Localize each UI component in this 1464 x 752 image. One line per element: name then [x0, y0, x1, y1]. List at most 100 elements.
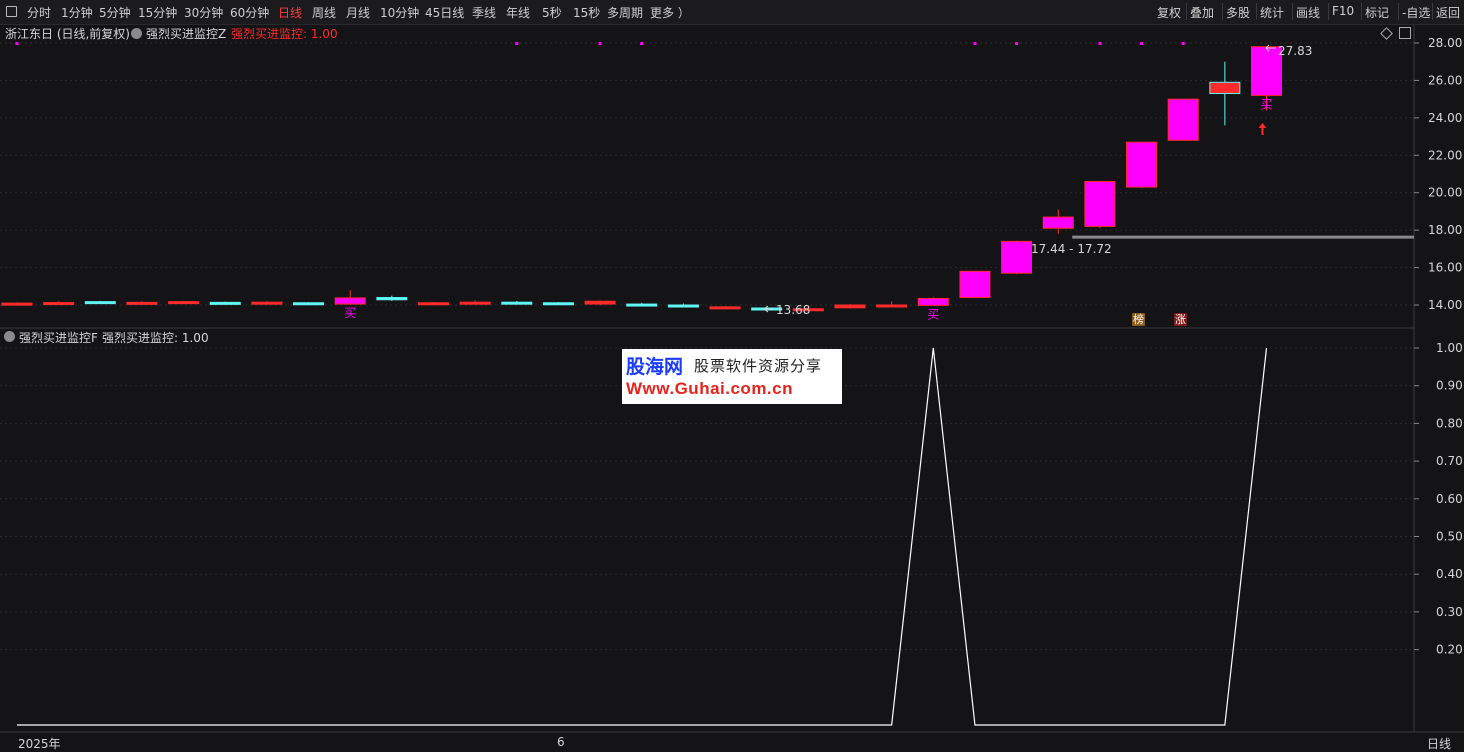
toolbar-separator	[1328, 3, 1329, 20]
candle-body[interactable]	[709, 306, 741, 310]
period-tab[interactable]: 10分钟	[380, 4, 419, 21]
period-tab[interactable]: 分时	[27, 4, 51, 21]
period-tab[interactable]: 季线	[472, 4, 496, 21]
watermark: 股海网 股票软件资源分享 Www.Guhai.com.cn	[622, 349, 842, 404]
low-price-label: 13.68	[776, 303, 811, 317]
candle-body[interactable]	[251, 301, 283, 305]
toolbar-action[interactable]: -自选	[1402, 4, 1430, 21]
period-tab[interactable]: 多周期	[607, 4, 643, 21]
candle-body[interactable]	[1084, 180, 1116, 227]
toolbar-action[interactable]: 统计	[1260, 4, 1284, 21]
period-tab[interactable]: 1分钟	[61, 4, 93, 21]
main-indicator-value: 强烈买进监控: 1.00	[231, 27, 338, 41]
period-tab[interactable]: 年线	[506, 4, 530, 21]
candle-body[interactable]	[1042, 216, 1074, 229]
indicator-toggle-icon[interactable]	[131, 28, 142, 39]
period-tab[interactable]: 更多 ）	[650, 4, 690, 21]
toolbar-separator	[1361, 3, 1362, 20]
sub-y-tick-label: 0.20	[1436, 643, 1463, 657]
toolbar-separator	[1292, 3, 1293, 20]
y-tick-label: 16.00	[1428, 261, 1462, 275]
main-indicator-name[interactable]: 强烈买进监控Z	[146, 25, 226, 42]
candle-body[interactable]	[418, 302, 449, 306]
candle-body[interactable]	[667, 304, 699, 308]
toolbar-separator	[1186, 3, 1187, 20]
x-label-year: 2025年	[18, 737, 61, 751]
toolbar-action[interactable]: 复权	[1157, 4, 1181, 21]
x-label-month: 6	[557, 735, 565, 749]
toolbar-action[interactable]: 标记	[1365, 4, 1389, 21]
sub-y-tick-label: 0.70	[1436, 454, 1463, 468]
signal-dot	[1015, 42, 1019, 45]
watermark-brand: 股海网	[626, 356, 684, 378]
period-indicator[interactable]: 日线	[1427, 735, 1451, 752]
candle-body[interactable]	[834, 304, 866, 309]
candle-body[interactable]	[293, 302, 325, 306]
candle-body[interactable]	[1167, 98, 1199, 141]
toolbar-action[interactable]: 画线	[1296, 4, 1320, 21]
period-tab[interactable]: 月线	[346, 4, 370, 21]
sub-y-tick-label: 0.30	[1436, 605, 1463, 619]
candle-body[interactable]	[84, 301, 116, 305]
signal-dot	[973, 42, 977, 45]
candle-body[interactable]	[126, 301, 158, 305]
sub-indicator-value: 强烈买进监控: 1.00	[102, 331, 209, 345]
period-toolbar: 分时 1分钟 5分钟 15分钟 30分钟 60分钟 日线 周线 月线 10分钟 45日线 季线 年线 5秒…	[0, 0, 1464, 25]
range-label: 17.44 - 17.72	[1031, 242, 1112, 256]
watermark-url: Www.Guhai.com.cn	[626, 379, 793, 398]
candle-body[interactable]	[168, 301, 200, 305]
candle-body[interactable]	[1, 302, 33, 306]
candle-body[interactable]	[917, 297, 949, 306]
candle-body[interactable]	[626, 303, 658, 307]
sub-indicator-name[interactable]: 强烈买进监控F	[19, 329, 98, 346]
candle-body[interactable]	[334, 297, 366, 305]
period-tab[interactable]: 15秒	[573, 4, 600, 21]
sub-y-tick-label: 0.80	[1436, 416, 1463, 430]
y-tick-label: 20.00	[1428, 186, 1462, 200]
candle-body[interactable]	[876, 304, 908, 308]
period-tab[interactable]: 45日线	[425, 4, 464, 21]
window-icon[interactable]	[1399, 27, 1411, 39]
toolbar-separator	[1398, 3, 1399, 20]
candle-body[interactable]	[376, 297, 408, 301]
period-tab[interactable]: 5秒	[542, 4, 562, 21]
candle-body[interactable]	[209, 301, 241, 305]
stock-title: 浙江东日 (日线,前复权)	[5, 27, 130, 41]
toolbar-action[interactable]: 返回	[1436, 4, 1460, 21]
ranking-badge[interactable]: 榜	[1132, 313, 1145, 326]
sub-indicator-toggle-icon[interactable]	[4, 331, 15, 342]
period-tab[interactable]: 30分钟	[184, 4, 223, 21]
sub-y-tick-label: 0.60	[1436, 492, 1463, 506]
y-tick-label: 24.00	[1428, 111, 1462, 125]
signal-dot	[1098, 42, 1102, 45]
candle-body[interactable]	[1209, 81, 1241, 95]
toolbar-separator	[1222, 3, 1223, 20]
candle-body[interactable]	[501, 301, 533, 305]
limit-up-badge[interactable]: 涨	[1174, 313, 1187, 326]
sub-y-tick-label: 0.90	[1436, 379, 1463, 393]
buy-marker: 买	[1260, 97, 1272, 111]
period-tab[interactable]: 60分钟	[230, 4, 269, 21]
toolbar-separator	[1432, 3, 1433, 20]
signal-dot	[515, 42, 519, 45]
candle-body[interactable]	[43, 302, 75, 306]
panel-toggle-icon[interactable]	[6, 6, 17, 17]
signal-dot	[1140, 42, 1144, 45]
low-pointer-icon	[763, 305, 774, 313]
period-tab[interactable]: 5分钟	[99, 4, 131, 21]
period-tab[interactable]: 15分钟	[138, 4, 177, 21]
toolbar-action[interactable]: 叠加	[1190, 4, 1214, 21]
price-level-line[interactable]	[1072, 235, 1414, 239]
candle-body[interactable]	[1126, 141, 1158, 188]
period-tab[interactable]: 周线	[312, 4, 336, 21]
candle-body[interactable]	[542, 302, 574, 306]
toolbar-action[interactable]: 多股	[1226, 4, 1250, 21]
period-tab[interactable]: 日线	[278, 4, 302, 21]
candle-body[interactable]	[1251, 46, 1282, 96]
candle-body[interactable]	[584, 300, 616, 305]
candle-body[interactable]	[1001, 240, 1033, 274]
candle-body[interactable]	[459, 301, 491, 305]
candle-body[interactable]	[959, 270, 991, 299]
y-tick-label: 14.00	[1428, 298, 1462, 312]
toolbar-action[interactable]: F10	[1332, 4, 1354, 18]
